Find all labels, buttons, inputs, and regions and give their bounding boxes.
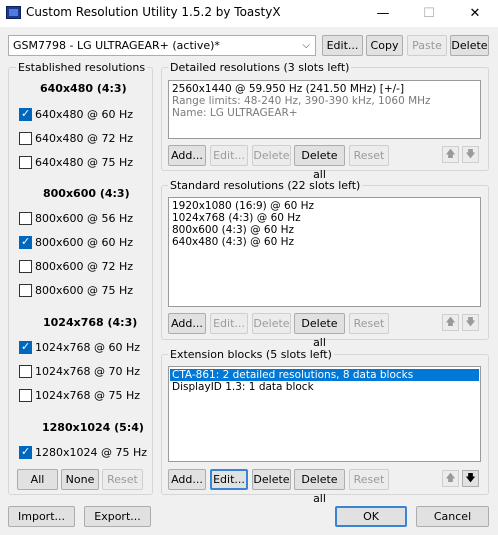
monitor-select[interactable]: GSM7798 - LG ULTRAGEAR+ (active)* ⌵ [8,35,316,56]
export-button[interactable]: Export... [84,506,151,527]
minimize-button[interactable]: — [360,0,406,27]
list-item[interactable]: 2560x1440 @ 59.950 Hz (241.50 MHz) [+/-] [172,83,477,95]
checkbox-800x600-60[interactable]: 800x600 @ 60 Hz [19,235,133,249]
section-1280x1024-title: 1280x1024 (5:4) [42,421,144,434]
standard-resolutions-list[interactable]: 1920x1080 (16:9) @ 60 Hz 1024x768 (4:3) … [168,197,481,307]
paste-button: Paste [407,35,447,56]
detailed-resolutions-list[interactable]: 2560x1440 @ 59.950 Hz (241.50 MHz) [+/-]… [168,80,481,139]
extension-blocks-title: Extension blocks (5 slots left) [168,348,334,361]
extension-reset-button: Reset [349,469,389,490]
checkbox-800x600-72[interactable]: 800x600 @ 72 Hz [19,259,133,273]
extension-blocks-list[interactable]: CTA-861: 2 detailed resolutions, 8 data … [168,366,481,462]
checkbox-800x600-75[interactable]: 800x600 @ 75 Hz [19,283,133,297]
ok-button[interactable]: OK [335,506,407,527]
title-bar: Custom Resolution Utility 1.5.2 by Toast… [0,0,498,27]
checkbox-1280x1024-75[interactable]: 1280x1024 @ 75 Hz [19,445,147,459]
list-item[interactable]: DisplayID 1.3: 1 data block [172,381,477,393]
list-item[interactable]: 1024x768 (4:3) @ 60 Hz [172,212,477,224]
list-item: Range limits: 48-240 Hz, 390-390 kHz, 10… [172,95,431,107]
checkbox-empty-icon [19,283,32,297]
detailed-edit-button: Edit... [210,145,248,166]
extension-edit-button[interactable]: Edit... [210,469,248,490]
checkbox-empty-icon [19,131,32,145]
checkbox-empty-icon [19,388,32,402]
detailed-add-button[interactable]: Add... [168,145,206,166]
established-resolutions-title: Established resolutions [16,61,148,74]
chevron-down-icon: ⌵ [302,40,310,51]
arrow-up-icon: 🡅 [442,314,459,331]
checkbox-1024x768-70[interactable]: 1024x768 @ 70 Hz [19,364,140,378]
app-monitor-icon [6,6,21,19]
arrow-up-icon: 🡅 [442,146,459,163]
maximize-button: ☐ [423,6,435,21]
extension-add-button[interactable]: Add... [168,469,206,490]
list-item[interactable]: 1920x1080 (16:9) @ 60 Hz [172,200,477,212]
close-button[interactable]: ✕ [452,0,498,27]
window-title: Custom Resolution Utility 1.5.2 by Toast… [26,5,281,19]
extension-delete-button[interactable]: Delete [252,469,291,490]
checkbox-1024x768-75[interactable]: 1024x768 @ 75 Hz [19,388,140,402]
section-640x480-title: 640x480 (4:3) [40,82,127,95]
checkbox-empty-icon [19,211,32,225]
extension-delete-all-button[interactable]: Delete all [294,469,345,505]
detailed-reset-button: Reset [349,145,389,166]
edit-monitor-button[interactable]: Edit... [322,35,363,56]
list-item: Name: LG ULTRAGEAR+ [172,107,298,119]
checkbox-checked-icon [19,445,32,459]
checkbox-640x480-60[interactable]: 640x480 @ 60 Hz [19,107,133,121]
established-reset-button: Reset [102,469,143,490]
arrow-up-icon: 🡅 [442,470,459,487]
arrow-down-icon: 🡇 [462,146,479,163]
checkbox-1024x768-60[interactable]: 1024x768 @ 60 Hz [19,340,140,354]
checkbox-640x480-75[interactable]: 640x480 @ 75 Hz [19,155,133,169]
standard-reset-button: Reset [349,313,389,334]
cancel-button[interactable]: Cancel [416,506,489,527]
checkbox-640x480-72[interactable]: 640x480 @ 72 Hz [19,131,133,145]
arrow-down-icon: 🡇 [462,314,479,331]
standard-delete-all-button[interactable]: Delete all [294,313,345,349]
monitor-select-value: GSM7798 - LG ULTRAGEAR+ (active)* [13,39,220,52]
copy-button[interactable]: Copy [366,35,403,56]
standard-resolutions-title: Standard resolutions (22 slots left) [168,179,363,192]
list-item[interactable]: CTA-861: 2 detailed resolutions, 8 data … [170,369,479,381]
detailed-delete-all-button[interactable]: Delete all [294,145,345,181]
checkbox-800x600-56[interactable]: 800x600 @ 56 Hz [19,211,133,225]
checkbox-checked-icon [19,235,32,249]
checkbox-checked-icon [19,340,32,354]
all-button[interactable]: All [17,469,58,490]
standard-delete-button: Delete [252,313,291,334]
list-item[interactable]: 640x480 (4:3) @ 60 Hz [172,236,477,248]
checkbox-empty-icon [19,364,32,378]
standard-edit-button: Edit... [210,313,248,334]
section-800x600-title: 800x600 (4:3) [43,187,130,200]
detailed-delete-button: Delete [252,145,291,166]
checkbox-empty-icon [19,259,32,273]
list-item[interactable]: 800x600 (4:3) @ 60 Hz [172,224,477,236]
delete-monitor-button[interactable]: Delete [450,35,489,56]
arrow-down-icon[interactable]: 🡇 [462,470,479,487]
checkbox-empty-icon [19,155,32,169]
standard-add-button[interactable]: Add... [168,313,206,334]
import-button[interactable]: Import... [8,506,75,527]
detailed-resolutions-title: Detailed resolutions (3 slots left) [168,61,352,74]
section-1024x768-title: 1024x768 (4:3) [43,316,138,329]
checkbox-checked-icon [19,107,32,121]
none-button[interactable]: None [61,469,99,490]
